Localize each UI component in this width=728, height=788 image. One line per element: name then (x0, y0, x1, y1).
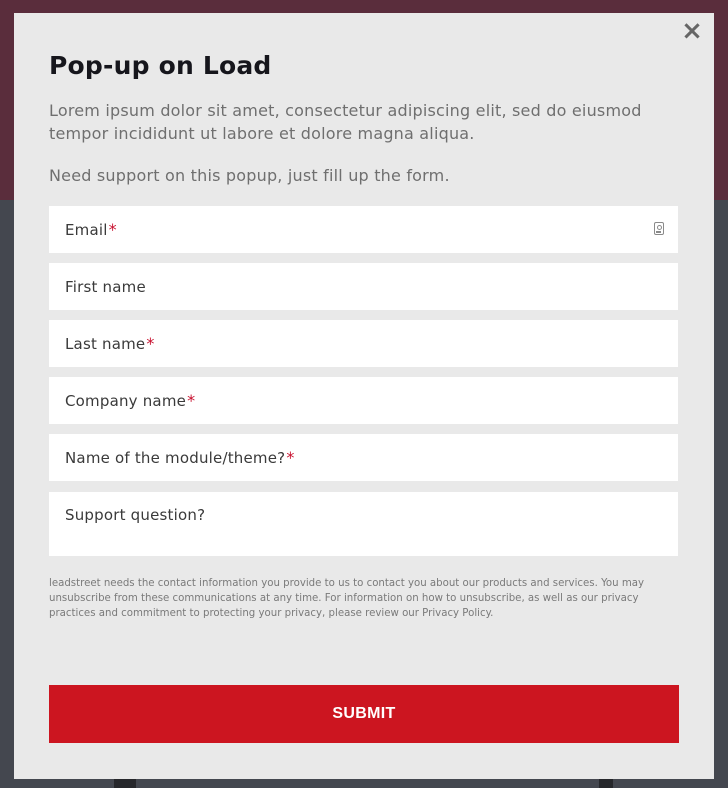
module-theme-label: Name of the module/theme? (65, 448, 286, 467)
required-marker: * (286, 448, 295, 467)
last-name-label: Last name (65, 334, 146, 353)
close-icon[interactable]: × (678, 17, 706, 45)
contact-card-icon[interactable] (654, 222, 664, 235)
modal-title: Pop-up on Load (49, 51, 272, 80)
required-marker: * (146, 334, 155, 353)
last-name-field[interactable]: Last name * (49, 320, 678, 367)
first-name-field[interactable]: First name (49, 263, 678, 310)
submit-button[interactable]: SUBMIT (49, 685, 679, 743)
background-footer-bar (114, 778, 136, 788)
required-marker: * (108, 220, 117, 239)
first-name-label: First name (65, 277, 146, 296)
email-label: Email (65, 220, 108, 239)
email-field[interactable]: Email * (49, 206, 678, 253)
required-marker: * (187, 391, 196, 410)
modal-intro: Lorem ipsum dolor sit amet, consectetur … (49, 101, 642, 143)
legal-notice: leadstreet needs the contact information… (49, 578, 645, 619)
company-name-label: Company name (65, 391, 187, 410)
module-theme-field[interactable]: Name of the module/theme? * (49, 434, 678, 481)
background-footer-bar (599, 778, 613, 788)
popup-modal: × Pop-up on Load Lorem ipsum dolor sit a… (14, 13, 714, 779)
support-question-label: Support question? (65, 506, 206, 524)
company-name-field[interactable]: Company name * (49, 377, 678, 424)
support-question-textarea[interactable]: Support question? (49, 492, 678, 556)
support-note: Need support on this popup, just fill up… (49, 166, 450, 185)
